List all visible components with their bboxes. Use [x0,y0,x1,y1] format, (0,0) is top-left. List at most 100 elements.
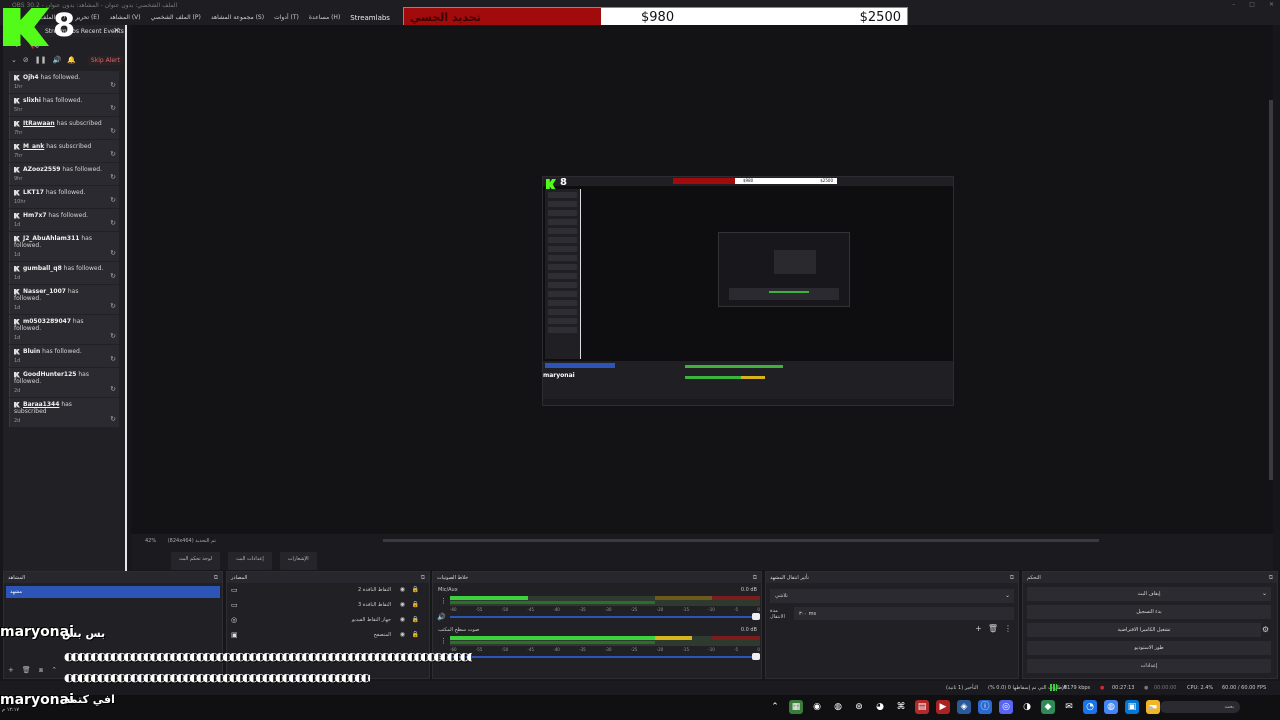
tab-stream-settings[interactable]: إعدادات البث [228,552,272,570]
event-user[interactable]: Bluin [23,348,40,355]
event-user[interactable]: LKT17 [23,189,44,196]
replay-icon[interactable]: ↻ [110,332,116,340]
gear-icon[interactable]: ⚙ [1262,625,1269,634]
chevron-down-icon[interactable]: ⌄ [11,56,17,64]
undock-icon[interactable]: ⧉ [421,574,425,582]
eye-icon[interactable]: ◉ [400,616,405,623]
more-icon[interactable]: ⋮ [440,597,447,605]
replay-icon[interactable]: ↻ [110,249,116,257]
zoom-level[interactable]: 42% [145,538,156,544]
virtual-camera-button[interactable]: تشغيل الكاميرا الافتراضية ⚙ [1027,623,1269,637]
trash-icon[interactable]: 🗑 [988,624,998,633]
source-item[interactable]: ◎ جهاز التقاط الفيديو ◉ 🔒 [227,613,429,628]
replay-icon[interactable]: ↻ [110,150,116,158]
replay-icon[interactable]: ↻ [110,104,116,112]
eye-icon[interactable]: ◉ [400,601,405,608]
close-icon[interactable]: ✕ [1269,1,1274,8]
replay-icon[interactable]: ↻ [110,415,116,423]
start-recording-button[interactable]: بدء التسجيل [1027,605,1271,619]
undock-icon[interactable]: ⧉ [214,574,218,582]
replay-icon[interactable]: ↻ [110,355,116,363]
eye-icon[interactable]: ◉ [400,631,405,638]
undock-icon[interactable]: ⧉ [753,574,757,582]
tab-stream-dashboard[interactable]: لوحة تحكم البث [171,552,221,570]
menu-streamlabs[interactable]: Streamlabs [350,14,390,25]
event-user[interactable]: Hm7x7 [23,212,47,219]
event-user[interactable]: gumball_q8 [23,265,62,272]
app-icon[interactable]: ▣ [1125,700,1139,714]
volume-slider[interactable] [450,656,755,658]
stop-streaming-button[interactable]: إيقاف البث ⌄ [1027,587,1271,601]
skip-alert-button[interactable]: Skip Alert [87,56,123,65]
menu-scene-collection[interactable]: مجموعة المشاهد (S) [211,14,264,25]
minimize-icon[interactable]: – [1232,1,1235,8]
event-user[interactable]: J2_AbuAhlam311 [23,235,79,242]
bell-icon[interactable]: 🔔 [67,56,76,64]
event-user[interactable]: slixhi [23,97,41,104]
chevron-up-icon[interactable]: ⌃ [768,700,782,714]
mute-icon[interactable]: ⊘ [23,56,29,64]
app-icon[interactable]: ◑ [1020,700,1034,714]
event-user[interactable]: Baraa1344 [23,401,59,408]
app-icon[interactable]: ✉ [1062,700,1076,714]
filter-icon[interactable]: ⧈ [39,666,43,675]
replay-icon[interactable]: ↻ [110,127,116,135]
tab-notifications[interactable]: الإشعارات [279,552,317,570]
studio-mode-button[interactable]: طور الاستوديو [1027,641,1271,655]
lock-icon[interactable]: 🔒 [412,616,419,623]
source-item[interactable]: ▣ المتصفح ◉ 🔒 [227,628,429,643]
add-icon[interactable]: + [8,666,14,675]
obs-icon[interactable]: ◍ [831,700,845,714]
app-icon[interactable]: ▤ [915,700,929,714]
replay-icon[interactable]: ↻ [110,81,116,89]
replay-icon[interactable]: ↻ [110,196,116,204]
chevron-down-icon[interactable]: ⌄ [1262,590,1267,597]
more-icon[interactable]: ⋮ [440,637,447,645]
lock-icon[interactable]: 🔒 [412,601,419,608]
capcut-icon[interactable]: ⌘ [894,700,908,714]
app-icon[interactable]: ◆ [1041,700,1055,714]
maximize-icon[interactable]: □ [1249,1,1255,8]
source-item[interactable]: ▭ التقاط النافذة 2 ◉ 🔒 [227,583,429,598]
volume-slider-handle[interactable] [752,653,760,660]
replay-icon[interactable]: ↻ [110,173,116,181]
steam-icon[interactable]: ◈ [957,700,971,714]
app-icon[interactable]: ▦ [789,700,803,714]
undock-icon[interactable]: ⧉ [1010,574,1014,582]
edge-icon[interactable]: ◔ [1083,700,1097,714]
taskbar-search[interactable]: ☁ بحث [1146,701,1240,713]
replay-icon[interactable]: ↻ [110,385,116,393]
transition-select[interactable]: تلاشي ⌄ [770,589,1014,603]
replay-icon[interactable]: ↻ [110,219,116,227]
event-user[interactable]: AZooz2559 [23,166,60,173]
chevron-up-icon[interactable]: ⌃ [51,666,57,675]
volume-icon[interactable]: 🔊 [437,613,446,621]
replay-icon[interactable]: ↻ [110,302,116,310]
vertical-scrollbar[interactable] [1269,100,1273,480]
event-user[interactable]: Ojh4 [23,74,39,81]
undock-icon[interactable]: ⧉ [1269,574,1273,582]
preview-canvas[interactable]: 8 $980 $2500 maryonai [542,176,954,406]
event-user[interactable]: Nasser_1007 [23,288,66,295]
eye-icon[interactable]: ◉ [400,586,405,593]
discord-icon[interactable]: ◎ [999,700,1013,714]
app-icon[interactable]: ◉ [810,700,824,714]
menu-profile[interactable]: الملف الشخصي (P) [151,14,201,25]
settings-button[interactable]: إعدادات [1027,659,1271,673]
add-icon[interactable]: + [975,624,982,633]
duration-field[interactable]: ٣٠٠ ms [794,607,1014,620]
scene-item[interactable]: مشهد [6,586,220,598]
volume-slider-handle[interactable] [752,613,760,620]
app-icon[interactable]: ▶ [936,700,950,714]
replay-icon[interactable]: ↻ [110,272,116,280]
app-icon[interactable]: ⓘ [978,700,992,714]
event-user[interactable]: ItRawaan [23,120,55,127]
lock-icon[interactable]: 🔒 [412,631,419,638]
menu-tools[interactable]: أدوات (T) [274,14,299,25]
pause-icon[interactable]: ❚❚ [35,56,47,64]
close-icon[interactable]: ✕ [113,26,120,35]
horizontal-scrollbar[interactable] [383,539,1099,542]
volume-icon[interactable]: 🔊 [52,56,61,64]
volume-slider[interactable] [450,616,755,618]
trash-icon[interactable]: 🗑 [22,666,31,675]
